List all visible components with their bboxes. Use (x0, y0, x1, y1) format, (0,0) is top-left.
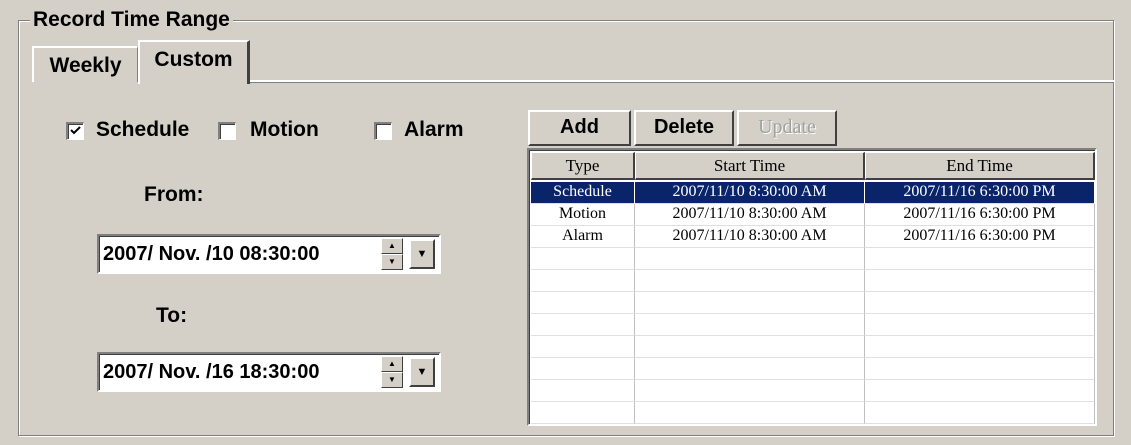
checkmark-icon (70, 126, 81, 135)
table-body: Schedule 2007/11/10 8:30:00 AM 2007/11/1… (531, 182, 1095, 424)
arrow-up-icon[interactable]: ▲ (381, 356, 403, 372)
table-row-empty (531, 380, 1095, 402)
checkbox-alarm-box[interactable] (374, 122, 392, 140)
chevron-down-icon[interactable]: ▼ (409, 357, 435, 387)
arrow-down-icon[interactable]: ▼ (381, 372, 403, 388)
cell-end-time: 2007/11/16 6:30:00 PM (865, 182, 1095, 204)
delete-button[interactable]: Delete (634, 110, 734, 146)
to-datetime-value[interactable]: 2007/ Nov. /16 18:30:00 (103, 361, 319, 384)
checkbox-schedule-label: Schedule (96, 118, 190, 141)
column-header-type[interactable]: Type (531, 152, 635, 180)
from-label: From: (144, 183, 204, 206)
to-label: To: (156, 304, 188, 327)
column-header-end-time[interactable]: End Time (865, 152, 1095, 180)
arrow-up-icon[interactable]: ▲ (381, 238, 403, 254)
cell-start-time: 2007/11/10 8:30:00 AM (635, 226, 865, 248)
table-row-empty (531, 336, 1095, 358)
cell-start-time: 2007/11/10 8:30:00 AM (635, 182, 865, 204)
cell-start-time: 2007/11/10 8:30:00 AM (635, 204, 865, 226)
arrow-down-icon[interactable]: ▼ (381, 254, 403, 270)
group-title: Record Time Range (30, 8, 233, 32)
from-datetime-picker[interactable]: 2007/ Nov. /10 08:30:00 ▲ ▼ ▼ (97, 234, 441, 274)
from-spinner[interactable]: ▲ ▼ (381, 238, 403, 270)
cell-end-time: 2007/11/16 6:30:00 PM (865, 204, 1095, 226)
tab-custom[interactable]: Custom (138, 40, 250, 84)
table-row-empty (531, 270, 1095, 292)
table-header: Type Start Time End Time (531, 152, 1095, 180)
table-row-empty (531, 358, 1095, 380)
checkbox-motion-label: Motion (250, 118, 319, 141)
checkbox-schedule-box[interactable] (66, 122, 84, 140)
cell-type: Motion (531, 204, 635, 226)
table-row-empty (531, 402, 1095, 424)
table-row[interactable]: Motion 2007/11/10 8:30:00 AM 2007/11/16 … (531, 204, 1095, 226)
add-button[interactable]: Add (528, 110, 631, 146)
record-list-table[interactable]: Type Start Time End Time Schedule 2007/1… (527, 148, 1097, 426)
update-button[interactable]: Update (737, 110, 837, 146)
cell-type: Alarm (531, 226, 635, 248)
table-row-empty (531, 292, 1095, 314)
to-datetime-picker[interactable]: 2007/ Nov. /16 18:30:00 ▲ ▼ ▼ (97, 352, 441, 392)
chevron-down-icon[interactable]: ▼ (409, 239, 435, 269)
checkbox-motion-box[interactable] (218, 122, 236, 140)
tab-weekly[interactable]: Weekly (32, 46, 138, 82)
cell-end-time: 2007/11/16 6:30:00 PM (865, 226, 1095, 248)
from-datetime-value[interactable]: 2007/ Nov. /10 08:30:00 (103, 243, 319, 266)
cell-type: Schedule (531, 182, 635, 204)
tab-divider (250, 80, 1114, 83)
table-row[interactable]: Schedule 2007/11/10 8:30:00 AM 2007/11/1… (531, 182, 1095, 204)
column-header-start-time[interactable]: Start Time (635, 152, 865, 180)
to-spinner[interactable]: ▲ ▼ (381, 356, 403, 388)
table-row[interactable]: Alarm 2007/11/10 8:30:00 AM 2007/11/16 6… (531, 226, 1095, 248)
table-row-empty (531, 314, 1095, 336)
table-row-empty (531, 248, 1095, 270)
checkbox-alarm-label: Alarm (404, 118, 464, 141)
